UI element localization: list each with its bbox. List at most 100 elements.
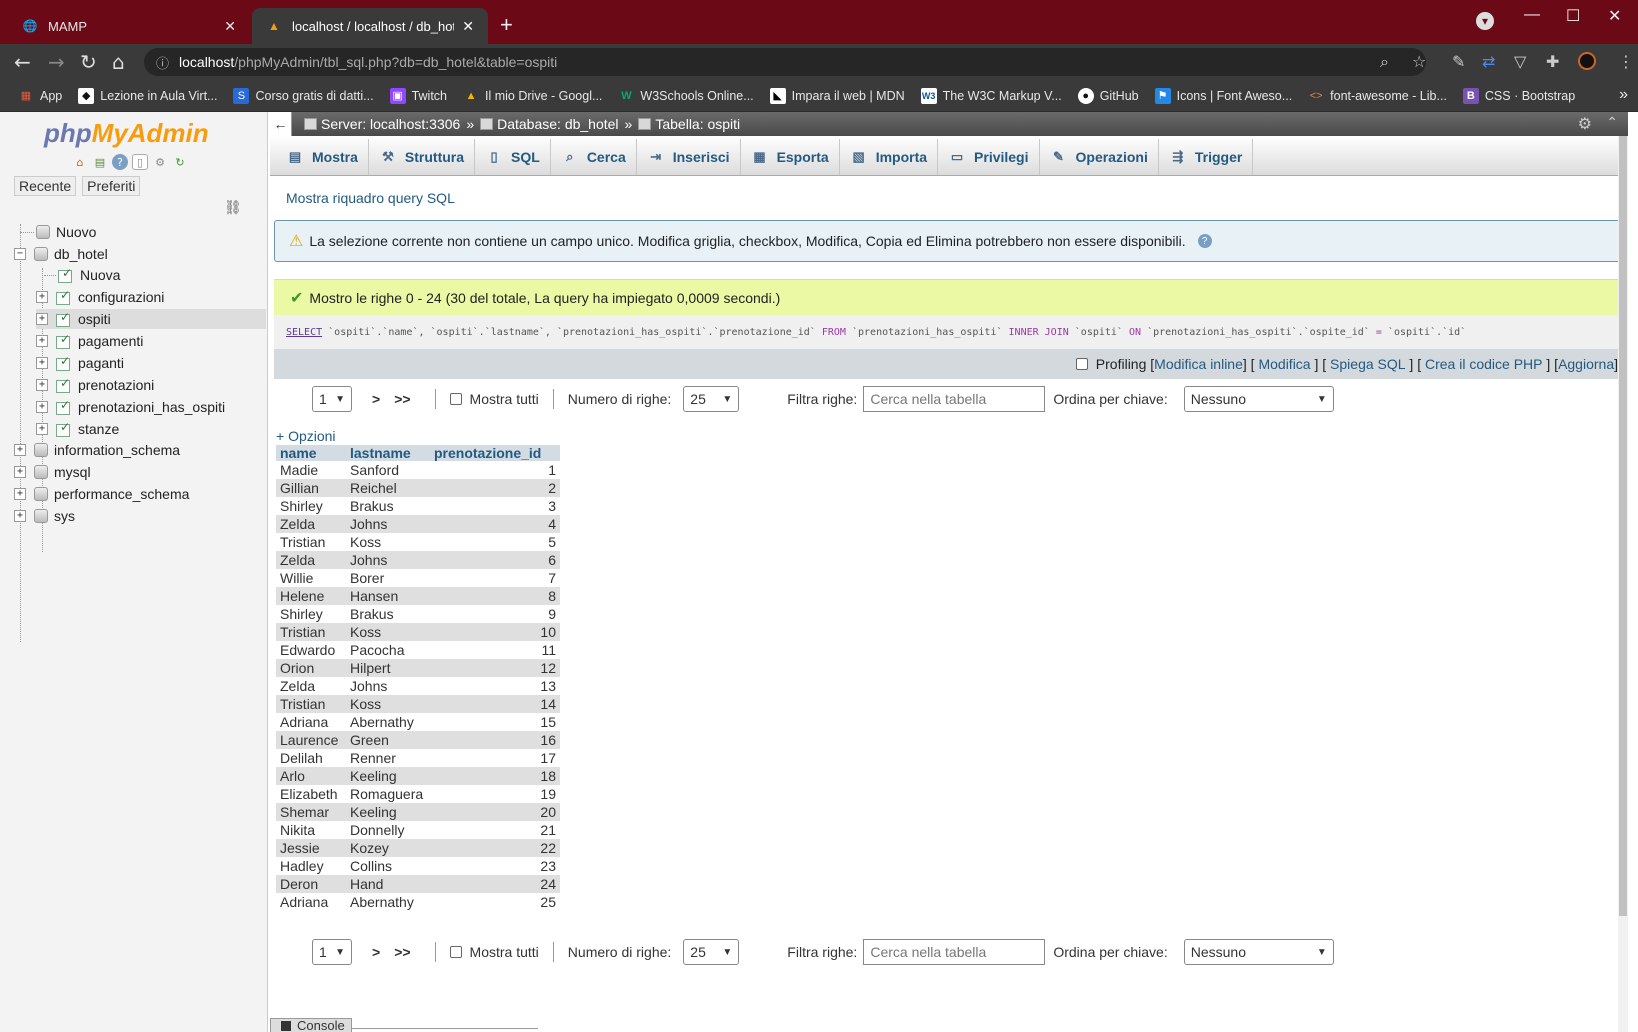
next-page-button[interactable]: > xyxy=(372,944,380,960)
table-row[interactable]: Tristian Koss 10 xyxy=(276,623,560,641)
browser-tab-phpmyadmin[interactable]: ▲ localhost / localhost / db_hotel / ✕ xyxy=(252,8,488,44)
explain-sql-link[interactable]: Spiega SQL xyxy=(1330,356,1406,372)
close-tab-icon[interactable]: ✕ xyxy=(224,18,236,35)
bookmark-font-awesome-lib[interactable]: <> font-awesome - Lib... xyxy=(1308,88,1447,104)
table-row[interactable]: Shirley Brakus 9 xyxy=(276,605,560,623)
expand-icon[interactable]: + xyxy=(36,313,48,325)
logout-icon[interactable]: ▤ xyxy=(92,154,108,170)
expand-icon[interactable]: + xyxy=(14,466,26,478)
tree-table-stanze[interactable]: + stanze xyxy=(36,419,119,439)
tab-mostra[interactable]: ▤ Mostra xyxy=(276,139,369,175)
bookmark-github[interactable]: ● GitHub xyxy=(1077,87,1139,104)
tree-new-table[interactable]: Nuova xyxy=(44,265,120,285)
more-bookmarks-icon[interactable]: » xyxy=(1619,86,1628,104)
bookmark-star-icon[interactable]: ☆ xyxy=(1412,52,1426,71)
refresh-link[interactable]: Aggiorna xyxy=(1558,356,1614,372)
show-all-checkbox[interactable] xyxy=(449,946,462,958)
reload-icon[interactable]: ↻ xyxy=(80,50,97,74)
tree-table-pagamenti[interactable]: + pagamenti xyxy=(36,331,143,351)
tab-privilegi[interactable]: ▭ Privilegi xyxy=(938,139,1040,175)
rows-select[interactable]: 25 ▼ xyxy=(683,386,740,412)
expand-icon[interactable]: + xyxy=(36,291,48,303)
table-row[interactable]: Tristian Koss 5 xyxy=(276,533,560,551)
browser-tab-mamp[interactable]: 🌐 MAMP ✕ xyxy=(8,8,250,44)
table-row[interactable]: Shirley Brakus 3 xyxy=(276,497,560,515)
vue-devtools-icon[interactable]: ▽ xyxy=(1514,52,1526,71)
column-header-prenotazione_id[interactable]: prenotazione_id xyxy=(430,445,560,461)
breadcrumb-server[interactable]: Server: localhost:3306 xyxy=(304,116,460,132)
tab-importa[interactable]: ▧ Importa xyxy=(840,139,939,175)
table-row[interactable]: Zelda Johns 13 xyxy=(276,677,560,695)
sql-keyword-select[interactable]: SELECT xyxy=(286,327,322,338)
tab-sql[interactable]: ▯ SQL xyxy=(475,139,551,175)
bookmark-mdn[interactable]: ◣ Impara il web | MDN xyxy=(769,87,905,104)
docs-icon[interactable]: ▯ xyxy=(132,154,148,170)
page-select[interactable]: 1 ▼ xyxy=(312,386,352,412)
table-row[interactable]: Adriana Abernathy 25 xyxy=(276,893,560,911)
table-row[interactable]: Adriana Abernathy 15 xyxy=(276,713,560,731)
sort-by-key-select[interactable]: Nessuno ▼ xyxy=(1183,386,1334,412)
edit-link[interactable]: Modifica xyxy=(1258,356,1310,372)
filter-rows-input[interactable]: Cerca nella tabella xyxy=(863,386,1046,412)
table-row[interactable]: Deron Hand 24 xyxy=(276,875,560,893)
table-row[interactable]: Madie Sanford 1 xyxy=(276,461,560,479)
favorite-tables-tab[interactable]: Preferiti xyxy=(82,176,141,196)
options-link[interactable]: + Opzioni xyxy=(276,428,336,444)
last-page-button[interactable]: >> xyxy=(394,391,410,407)
scrollbar-thumb[interactable] xyxy=(1619,136,1627,916)
address-bar[interactable]: ⓘ localhost/phpMyAdmin/tbl_sql.php?db=db… xyxy=(144,48,1426,76)
table-row[interactable]: Edwardo Pacocha 11 xyxy=(276,641,560,659)
expand-icon[interactable]: + xyxy=(36,401,48,413)
tab-operazioni[interactable]: ✎ Operazioni xyxy=(1040,139,1159,175)
table-row[interactable]: Zelda Johns 6 xyxy=(276,551,560,569)
tree-db-mysql[interactable]: + mysql xyxy=(14,462,91,482)
settings-gear-icon[interactable]: ⚙ xyxy=(152,154,168,170)
extensions-puzzle-icon[interactable]: ✚ xyxy=(1546,52,1559,71)
expand-icon[interactable]: + xyxy=(36,379,48,391)
profiling-checkbox[interactable] xyxy=(1075,358,1088,370)
expand-icon[interactable]: + xyxy=(14,510,26,522)
tab-cerca[interactable]: ⌕ Cerca xyxy=(551,139,637,175)
recent-tables-tab[interactable]: Recente xyxy=(14,176,77,196)
new-tab-button[interactable]: + xyxy=(500,12,513,38)
tab-inserisci[interactable]: ⇥ Inserisci xyxy=(637,139,741,175)
home-icon[interactable]: ⌂ xyxy=(72,154,88,170)
bookmark-fontawesome[interactable]: ⚑ Icons | Font Aweso... xyxy=(1154,87,1292,104)
collapse-navigation-icon[interactable]: ← xyxy=(270,112,292,136)
forward-icon[interactable]: → xyxy=(48,50,65,74)
create-php-code-link[interactable]: Crea il codice PHP xyxy=(1425,356,1543,372)
site-info-icon[interactable]: ⓘ xyxy=(156,53,169,72)
collapse-top-icon[interactable]: ⌃ xyxy=(1606,114,1618,131)
page-select[interactable]: 1 ▼ xyxy=(312,939,352,965)
bookmark-twitch[interactable]: ▣ Twitch xyxy=(389,87,447,104)
column-header-name[interactable]: name xyxy=(276,445,346,461)
help-icon[interactable]: ? xyxy=(1197,234,1212,248)
column-header-lastname[interactable]: lastname xyxy=(346,445,430,461)
tree-table-prenotazioni_has_ospiti[interactable]: + prenotazioni_has_ospiti xyxy=(36,397,225,417)
bookmark-corso-datti[interactable]: S Corso gratis di datti... xyxy=(233,87,374,104)
tree-db-performance_schema[interactable]: + performance_schema xyxy=(14,484,189,504)
sort-by-key-select[interactable]: Nessuno ▼ xyxy=(1183,939,1334,965)
table-row[interactable]: Willie Borer 7 xyxy=(276,569,560,587)
tree-new-database[interactable]: Nuovo xyxy=(20,222,96,242)
tree-db-information_schema[interactable]: + information_schema xyxy=(14,440,180,460)
tab-esporta[interactable]: ▦ Esporta xyxy=(741,139,840,175)
expand-icon[interactable]: + xyxy=(14,488,26,500)
breadcrumb-database[interactable]: Database: db_hotel xyxy=(480,116,619,132)
home-icon[interactable]: ⌂ xyxy=(112,50,125,74)
breadcrumb-table[interactable]: Tabella: ospiti xyxy=(638,116,740,132)
bookmark-bootstrap[interactable]: B CSS · Bootstrap xyxy=(1462,87,1575,104)
translate-icon[interactable]: ⇄ xyxy=(1482,52,1495,71)
show-all-checkbox[interactable] xyxy=(449,393,462,405)
last-page-button[interactable]: >> xyxy=(394,944,410,960)
table-row[interactable]: Nikita Donnelly 21 xyxy=(276,821,560,839)
table-row[interactable]: Delilah Renner 17 xyxy=(276,749,560,767)
tab-struttura[interactable]: ⚒ Struttura xyxy=(369,139,476,175)
help-icon[interactable]: ? xyxy=(112,154,128,170)
bookmark-lezione[interactable]: ◆ Lezione in Aula Virt... xyxy=(78,87,217,104)
table-row[interactable]: Tristian Koss 14 xyxy=(276,695,560,713)
table-row[interactable]: Hadley Collins 23 xyxy=(276,857,560,875)
rows-select[interactable]: 25 ▼ xyxy=(683,939,740,965)
table-row[interactable]: Arlo Keeling 18 xyxy=(276,767,560,785)
table-row[interactable]: Gillian Reichel 2 xyxy=(276,479,560,497)
